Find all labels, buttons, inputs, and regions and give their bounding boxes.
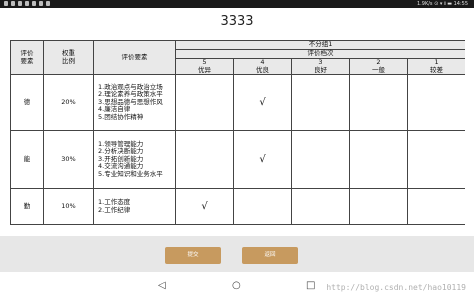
row-weight: 10%: [43, 188, 94, 225]
notification-icon: [46, 1, 50, 6]
grade-cell-2[interactable]: [349, 74, 408, 131]
grade-cell-2[interactable]: [349, 130, 408, 189]
notification-icons: [4, 1, 50, 6]
grade-cell-1[interactable]: [406, 130, 465, 189]
header-eval-element: 评价 要素: [10, 40, 44, 75]
evaluation-table-container[interactable]: 评价 要素 权重 比例 评价要素 不分组1 评价档次 5 优异 4 优良 3 良好 2 一般…: [10, 40, 465, 236]
grade-cell-5[interactable]: [175, 130, 234, 189]
evaluation-table: 评价 要素 权重 比例 评价要素 不分组1 评价档次 5 优异 4 优良 3 良好 2 一般…: [10, 40, 465, 225]
page-title: 3333: [220, 14, 254, 29]
back-nav-icon[interactable]: ◁: [158, 280, 166, 292]
grade-cell-5[interactable]: [175, 74, 234, 131]
grade-cell-3[interactable]: [291, 74, 350, 131]
notification-icon: [18, 1, 22, 6]
header-grade-5: 5 优异: [175, 58, 234, 75]
table-row: 能 30% 1.领导管理能力 2.分析决断能力 3.开拓创新能力 4.交流沟通能…: [10, 130, 465, 189]
table-row: 勤 10% 1.工作态度 2.工作纪律 √: [10, 188, 465, 225]
table-row: 德 20% 1.政治观点与政治立场 2.理论素养与政策水平 3.思想品德与思想作…: [10, 74, 465, 131]
footer-bar: [0, 236, 474, 272]
grade-cell-5[interactable]: √: [175, 188, 234, 225]
header-grade-3: 3 良好: [291, 58, 350, 75]
grade-cell-2[interactable]: [349, 188, 408, 225]
grade-cell-4[interactable]: [233, 188, 292, 225]
back-button[interactable]: 返回: [242, 247, 298, 264]
header-grade-1: 1 较差: [406, 58, 465, 75]
notification-icon: [4, 1, 8, 6]
notification-icon: [39, 1, 43, 6]
header-grade-2: 2 一般: [349, 58, 408, 75]
notification-icon: [25, 1, 29, 6]
row-weight: 20%: [43, 74, 94, 131]
row-requirements: 1.领导管理能力 2.分析决断能力 3.开拓创新能力 4.交流沟通能力 5.专业…: [93, 130, 176, 189]
grade-cell-1[interactable]: [406, 188, 465, 225]
watermark: http://blog.csdn.net/hao10119: [326, 283, 466, 292]
row-element: 德: [10, 74, 44, 131]
home-nav-icon[interactable]: ○: [232, 280, 241, 292]
grade-cell-3[interactable]: [291, 130, 350, 189]
notification-icon: [11, 1, 15, 6]
row-weight: 30%: [43, 130, 94, 189]
recents-nav-icon[interactable]: □: [306, 280, 315, 292]
row-requirements: 1.工作态度 2.工作纪律: [93, 188, 176, 225]
notification-icon: [32, 1, 36, 6]
submit-button[interactable]: 提交: [165, 247, 221, 264]
header-grade-4: 4 优良: [233, 58, 292, 75]
grade-cell-4[interactable]: √: [233, 130, 292, 189]
row-element: 能: [10, 130, 44, 189]
header-weight: 权重 比例: [43, 40, 94, 75]
status-bar: 1.9K/s ⊙ ▾ 𝍪 ▬ 14:55: [0, 0, 474, 8]
row-element: 勤: [10, 188, 44, 225]
status-right: 1.9K/s ⊙ ▾ 𝍪 ▬ 14:55: [417, 1, 468, 7]
grade-cell-4[interactable]: √: [233, 74, 292, 131]
header-eval-requirements: 评价要素: [93, 40, 176, 75]
grade-cell-3[interactable]: [291, 188, 350, 225]
grade-cell-1[interactable]: [406, 74, 465, 131]
row-requirements: 1.政治观点与政治立场 2.理论素养与政策水平 3.思想品德与思想作风 4.廉洁…: [93, 74, 176, 131]
